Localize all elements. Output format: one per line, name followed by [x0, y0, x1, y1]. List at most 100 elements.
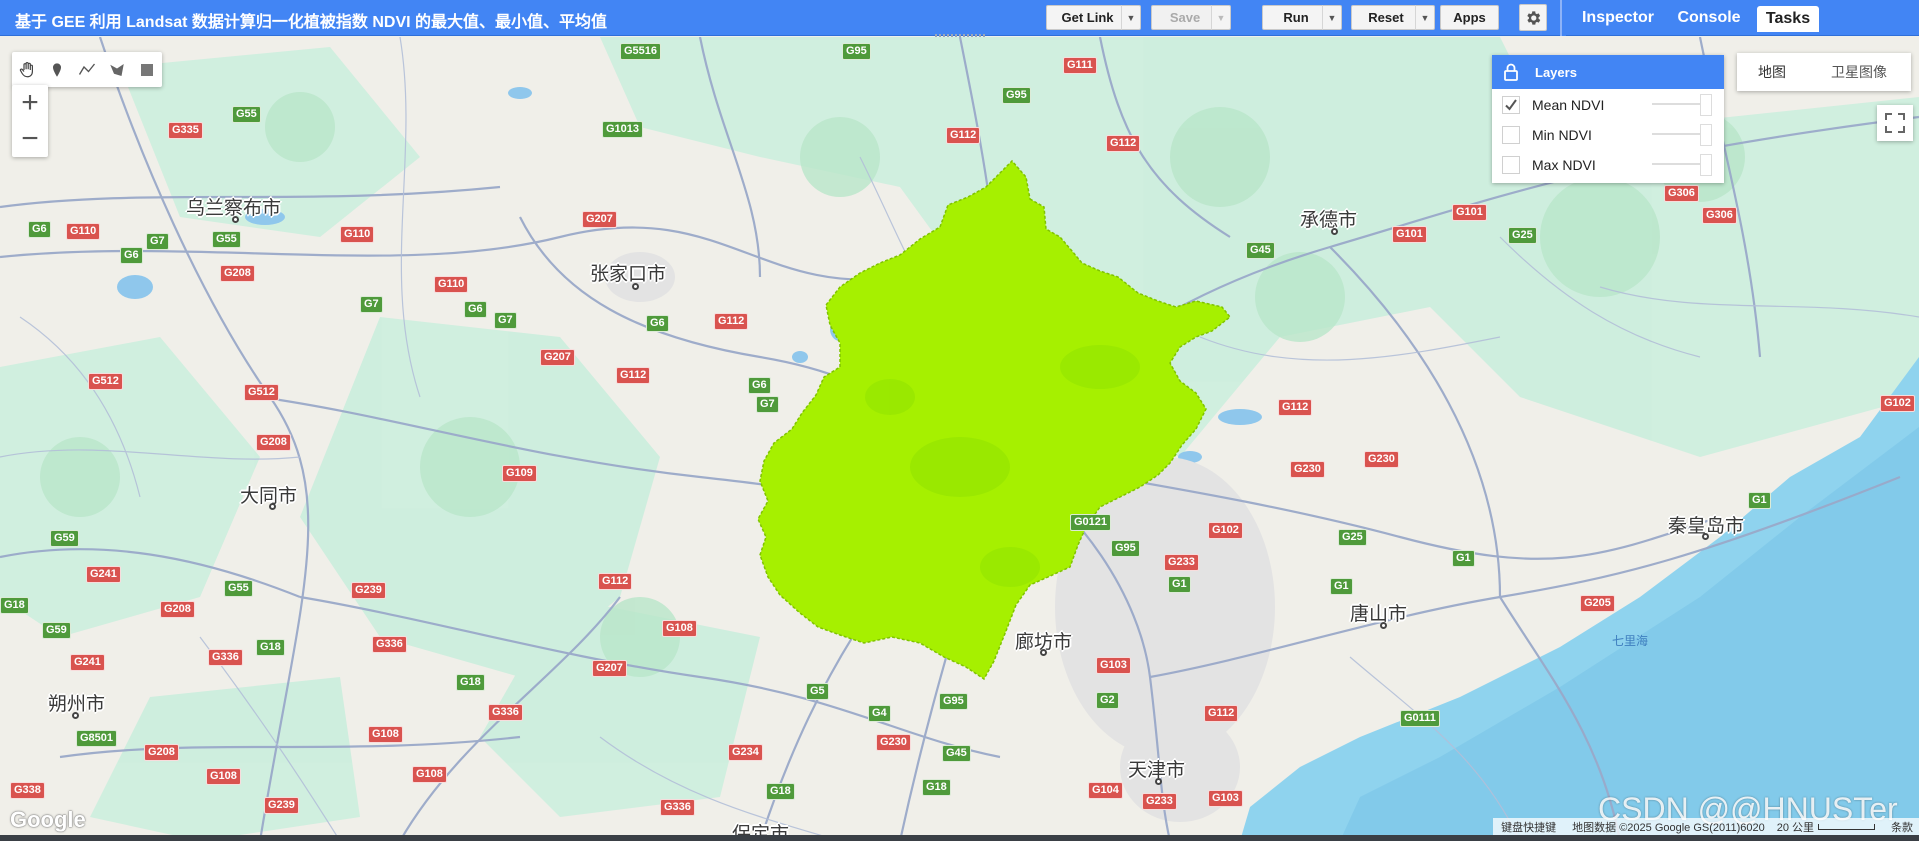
toolbar: 基于 GEE 利用 Landsat 数据计算归一化植被指数 NDVI 的最大值、… — [0, 0, 1919, 36]
run-button[interactable]: Run — [1262, 5, 1330, 30]
bottom-bar — [0, 835, 1919, 841]
road-shield: G102 — [1208, 522, 1243, 539]
map-type-map-button[interactable]: 地图 — [1737, 53, 1807, 91]
opacity-slider[interactable] — [1652, 103, 1707, 105]
road-shield: G230 — [1364, 451, 1399, 468]
road-shield: G111 — [1063, 57, 1097, 74]
road-shield: G6 — [646, 315, 669, 332]
layer-name[interactable]: Mean NDVI — [1532, 97, 1604, 113]
save-dropdown-icon[interactable]: ▼ — [1211, 5, 1231, 30]
road-shield: G8501 — [76, 730, 118, 747]
zoom-in-icon[interactable]: + — [12, 85, 48, 121]
apps-button[interactable]: Apps — [1440, 5, 1499, 30]
road-shield: G241 — [70, 654, 105, 671]
line-tool-icon[interactable] — [72, 52, 102, 87]
layer-checkbox[interactable] — [1502, 96, 1520, 114]
road-shield: G306 — [1702, 207, 1737, 224]
road-shield: G208 — [144, 744, 179, 761]
zoom-out-icon[interactable]: − — [12, 121, 48, 157]
city-marker — [269, 503, 276, 510]
road-shield: G241 — [86, 566, 121, 583]
road-shield: G109 — [502, 465, 537, 482]
layer-name[interactable]: Min NDVI — [1532, 127, 1592, 143]
reset-button[interactable]: Reset — [1351, 5, 1421, 30]
city-marker — [1155, 778, 1162, 785]
road-shield: G0121 — [1070, 514, 1112, 531]
road-shield: G335 — [168, 122, 203, 139]
run-dropdown-icon[interactable]: ▼ — [1322, 5, 1342, 30]
city-label-tangshan: 唐山市 — [1350, 604, 1408, 625]
layer-checkbox[interactable] — [1502, 126, 1520, 144]
road-shield: G110 — [66, 223, 101, 240]
save-button[interactable]: Save — [1151, 5, 1219, 30]
road-shield: G110 — [340, 226, 375, 243]
map-type-satellite-button[interactable]: 卫星图像 — [1807, 53, 1911, 91]
road-shield: G95 — [1111, 540, 1140, 557]
layer-name[interactable]: Max NDVI — [1532, 157, 1596, 173]
reset-dropdown-icon[interactable]: ▼ — [1415, 5, 1435, 30]
panel-split-handle[interactable] — [1560, 0, 1566, 36]
layer-checkbox[interactable] — [1502, 156, 1520, 174]
road-shield: G108 — [412, 766, 447, 783]
road-shield: G45 — [1246, 242, 1275, 259]
road-shield: G7 — [146, 233, 169, 250]
opacity-slider-knob[interactable] — [1700, 94, 1712, 116]
opacity-slider[interactable] — [1652, 163, 1707, 165]
road-shield: G55 — [232, 106, 261, 123]
road-shield: G103 — [1208, 790, 1243, 807]
opacity-slider-knob[interactable] — [1700, 124, 1712, 146]
road-shield: G108 — [662, 620, 697, 637]
map-type-control: 地图 卫星图像 — [1737, 53, 1911, 91]
scale-label[interactable]: 20 公里 — [1773, 819, 1818, 835]
road-shield: G207 — [540, 349, 575, 366]
google-logo: Google — [10, 807, 86, 832]
road-shield: G1 — [1452, 550, 1475, 567]
road-shield: G7 — [360, 296, 383, 313]
get-link-dropdown-icon[interactable]: ▼ — [1121, 5, 1141, 30]
map-data-attribution: 地图数据 ©2025 Google GS(2011)6020 — [1572, 821, 1765, 834]
layers-header[interactable]: Layers — [1492, 55, 1724, 89]
road-shield: G55 — [212, 231, 241, 248]
map-canvas[interactable]: 乌兰察布市 张家口市 承德市 大同市 秦皇岛市 唐山市 廊坊市 朔州市 天津市 … — [0, 37, 1919, 841]
settings-gear-icon[interactable] — [1519, 4, 1547, 31]
road-shield: G112 — [714, 313, 749, 330]
tab-inspector[interactable]: Inspector — [1572, 4, 1664, 31]
polygon-tool-icon[interactable] — [102, 52, 132, 87]
road-shield: G112 — [1278, 399, 1313, 416]
road-shield: G55 — [224, 580, 253, 597]
road-shield: G108 — [368, 726, 403, 743]
terms-link[interactable]: 条款 — [1885, 819, 1919, 835]
road-shield: G6 — [748, 377, 771, 394]
pan-hand-icon[interactable] — [12, 52, 42, 87]
opacity-slider[interactable] — [1652, 133, 1707, 135]
rectangle-tool-icon[interactable] — [132, 52, 162, 87]
road-shield: G208 — [256, 434, 291, 451]
point-marker-icon[interactable] — [42, 52, 72, 87]
road-shield: G4 — [868, 705, 891, 722]
road-shield: G234 — [728, 744, 763, 761]
lock-icon[interactable] — [1504, 63, 1518, 84]
road-shield: G18 — [256, 639, 285, 656]
road-shield: G5 — [806, 683, 829, 700]
keyboard-shortcuts-link[interactable]: 键盘快捷键 — [1493, 819, 1564, 835]
city-marker — [1380, 622, 1387, 629]
road-shield: G108 — [206, 768, 241, 785]
city-label-chengde: 承德市 — [1300, 210, 1358, 231]
road-shield: G110 — [434, 276, 469, 293]
road-shield: G208 — [220, 265, 255, 282]
road-shield: G338 — [10, 782, 45, 799]
road-shield: G207 — [582, 211, 617, 228]
opacity-slider-knob[interactable] — [1700, 154, 1712, 176]
tab-console[interactable]: Console — [1668, 4, 1750, 31]
map-footer: 键盘快捷键 地图数据 ©2025 Google GS(2011)6020 20 … — [1493, 818, 1919, 835]
road-shield: G25 — [1338, 529, 1367, 546]
tab-tasks[interactable]: Tasks — [1757, 6, 1819, 32]
layers-title: Layers — [1535, 64, 1577, 80]
fullscreen-icon[interactable] — [1877, 105, 1913, 141]
get-link-button[interactable]: Get Link — [1046, 5, 1129, 30]
road-shield: G18 — [456, 674, 485, 691]
road-shield: G230 — [1290, 461, 1325, 478]
script-title: 基于 GEE 利用 Landsat 数据计算归一化植被指数 NDVI 的最大值、… — [15, 14, 608, 31]
road-shield: G103 — [1096, 657, 1131, 674]
road-shield: G45 — [942, 745, 971, 762]
